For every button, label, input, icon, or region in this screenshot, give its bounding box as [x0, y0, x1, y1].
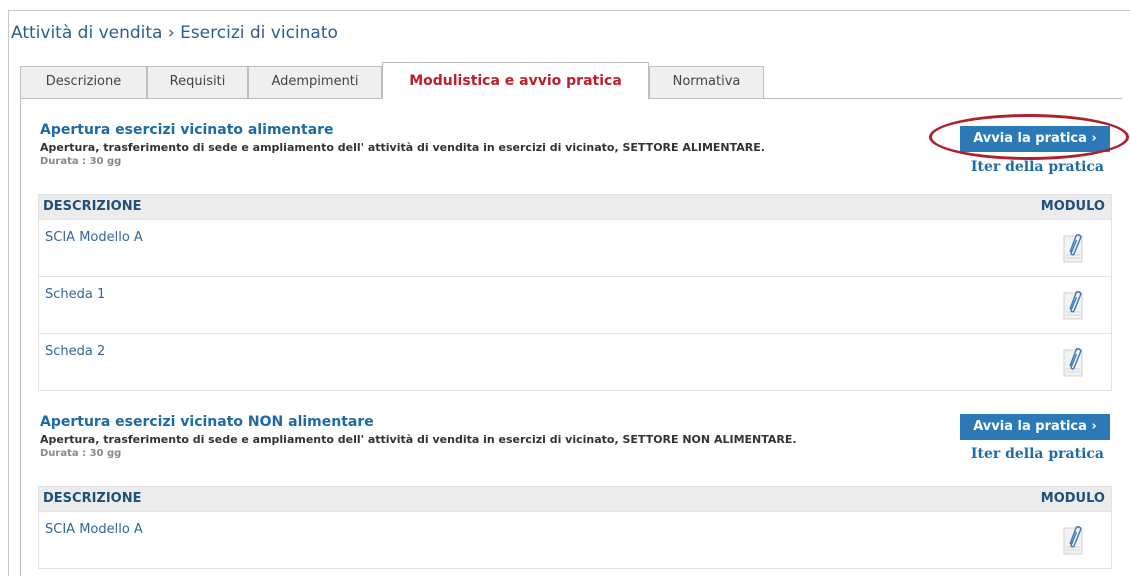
table-row: SCIA Modello A: [39, 511, 1111, 568]
iter-pratica-link[interactable]: Iter della pratica: [971, 159, 1104, 175]
header-modulo: MODULO: [1040, 199, 1105, 214]
table-header: DESCRIZIONE MODULO: [39, 487, 1111, 511]
paperclip-icon[interactable]: [1061, 287, 1085, 321]
avvia-pratica-button[interactable]: Avvia la pratica ›: [960, 414, 1110, 440]
paperclip-icon[interactable]: [1061, 344, 1085, 378]
section-title: Apertura esercizi vicinato alimentare: [40, 122, 334, 138]
paperclip-icon[interactable]: [1061, 230, 1085, 264]
table-row: Scheda 1: [39, 276, 1111, 333]
tab-modulistica[interactable]: Modulistica e avvio pratica: [382, 62, 649, 99]
avvia-pratica-button[interactable]: Avvia la pratica ›: [960, 126, 1110, 152]
row-description: SCIA Modello A: [45, 522, 143, 537]
row-description: SCIA Modello A: [45, 230, 143, 245]
section-title: Apertura esercizi vicinato NON alimentar…: [40, 414, 374, 430]
section-subtitle: Apertura, trasferimento di sede e amplia…: [40, 433, 797, 446]
breadcrumb: Attività di vendita › Esercizi di vicina…: [11, 23, 338, 43]
modules-table: DESCRIZIONE MODULO SCIA Modello A Scheda…: [38, 194, 1112, 391]
paperclip-icon[interactable]: [1061, 522, 1085, 556]
table-header: DESCRIZIONE MODULO: [39, 195, 1111, 219]
tab-descrizione[interactable]: Descrizione: [20, 66, 147, 98]
section-alimentare: Apertura esercizi vicinato alimentare Ap…: [38, 122, 1112, 392]
tab-requisiti[interactable]: Requisiti: [147, 66, 248, 98]
row-description: Scheda 1: [45, 287, 106, 302]
iter-pratica-link[interactable]: Iter della pratica: [971, 446, 1104, 462]
tab-adempimenti[interactable]: Adempimenti: [248, 66, 382, 98]
tab-bar: Descrizione Requisiti Adempimenti Moduli…: [20, 62, 1120, 99]
section-non-alimentare: Apertura esercizi vicinato NON alimentar…: [38, 414, 1112, 576]
table-row: SCIA Modello A: [39, 219, 1111, 276]
header-descrizione: DESCRIZIONE: [43, 491, 142, 506]
table-row: Scheda 2: [39, 333, 1111, 390]
header-modulo: MODULO: [1040, 491, 1105, 506]
row-description: Scheda 2: [45, 344, 106, 359]
tab-normativa[interactable]: Normativa: [649, 66, 764, 98]
modules-table: DESCRIZIONE MODULO SCIA Modello A: [38, 486, 1112, 569]
section-duration: Durata : 30 gg: [40, 448, 122, 459]
section-subtitle: Apertura, trasferimento di sede e amplia…: [40, 141, 765, 154]
header-descrizione: DESCRIZIONE: [43, 199, 142, 214]
section-duration: Durata : 30 gg: [40, 156, 122, 167]
